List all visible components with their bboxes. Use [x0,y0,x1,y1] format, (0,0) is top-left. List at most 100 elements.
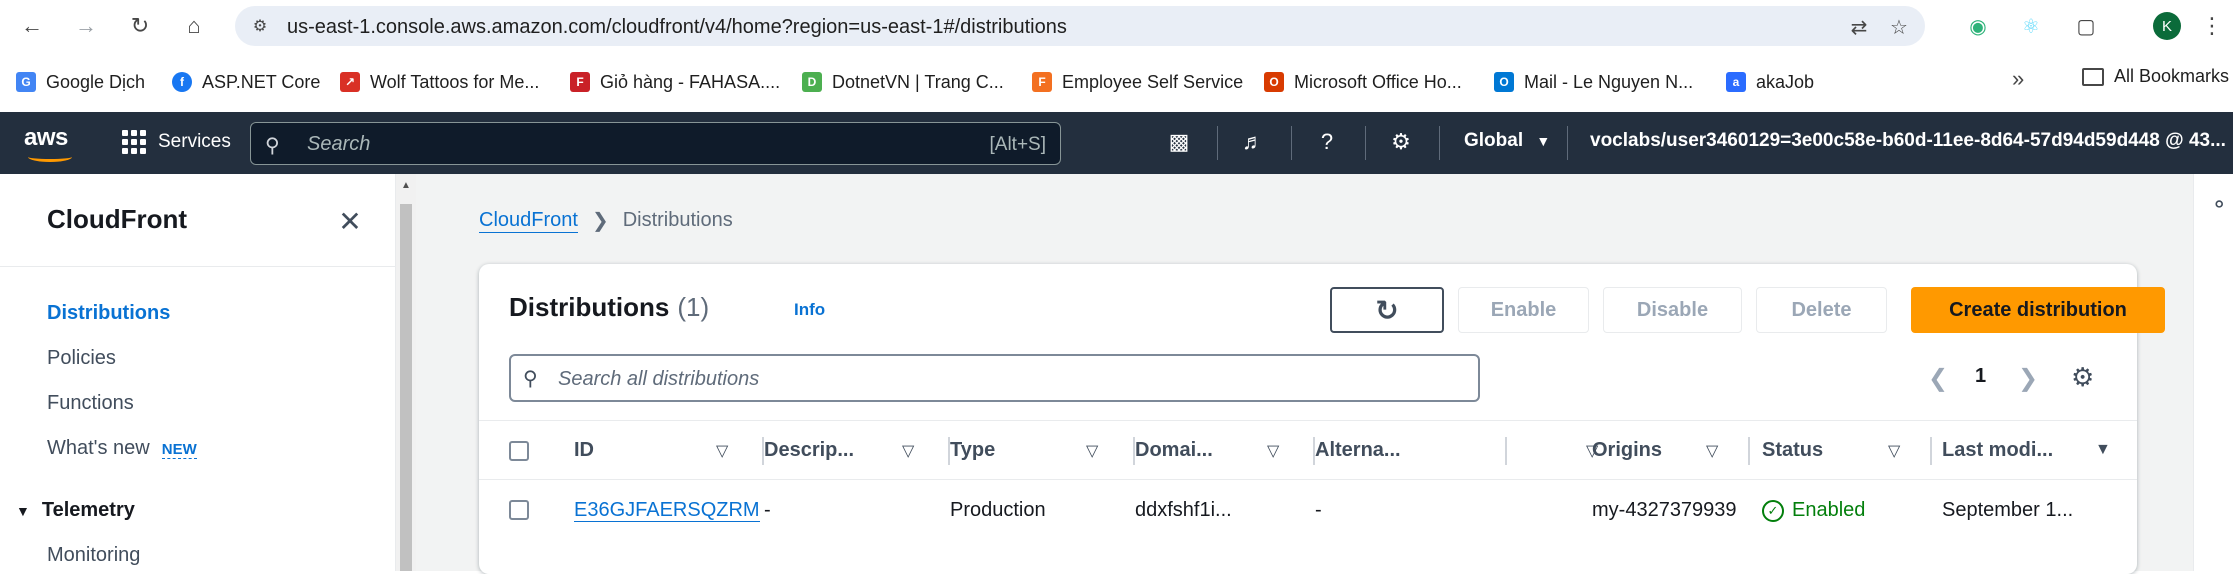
sort-icon[interactable]: ▽ [1267,441,1279,461]
column-resizer[interactable] [1748,437,1750,465]
pagination-next-icon[interactable]: ❯ [2018,364,2038,393]
sidenav-title[interactable]: CloudFront [47,204,187,235]
sort-icon[interactable]: ▽ [716,441,728,461]
reload-icon[interactable]: ↻ [122,8,158,44]
delete-button[interactable]: Delete [1756,287,1887,333]
bookmark-item[interactable]: ↗ Wolf Tattoos for Me... [340,66,539,98]
close-icon[interactable]: ✕ [335,206,365,237]
bookmarks-overflow-icon[interactable]: » [2012,66,2024,92]
status-badge: ✓ Enabled [1762,499,1865,522]
bookmark-label: Google Dịch [46,71,146,92]
bookmark-item[interactable]: G Google Dịch [16,66,145,98]
column-resizer[interactable] [1930,437,1932,465]
select-all-checkbox[interactable] [509,441,529,461]
site-info-icon[interactable]: ⚙ [249,15,271,37]
table-row[interactable]: E36GJFAERSQZRM - Production ddxfshf1i...… [479,480,2137,542]
bookmark-star-icon[interactable]: ☆ [1887,15,1911,39]
divider [1365,126,1366,160]
sidebar-item-monitoring[interactable]: Monitoring [47,544,140,567]
cloudshell-icon[interactable]: ▩ [1166,129,1192,155]
bookmark-item[interactable]: a akaJob [1726,66,1814,98]
bookmark-item[interactable]: F Employee Self Service [1032,66,1243,98]
wolf-tattoo-icon: ↗ [340,72,360,92]
sort-descending-icon[interactable]: ▼ [2095,441,2111,459]
distributions-search-input[interactable]: ⚲ Search all distributions [509,354,1480,402]
url-text[interactable]: us-east-1.console.aws.amazon.com/cloudfr… [287,16,1067,39]
extensions-puzzle-icon[interactable]: ▢ [2072,12,2100,40]
info-link[interactable]: Info [794,300,825,320]
services-menu-button[interactable]: Services [122,130,231,154]
caret-down-icon: ▼ [1536,133,1551,149]
sidebar-item-distributions[interactable]: Distributions [47,302,170,325]
column-header-id[interactable]: ID [574,439,594,462]
back-icon[interactable]: ← [14,8,50,44]
cell-origins: my-4327379939 [1592,499,1737,521]
divider [1291,126,1292,160]
table-header: ID ▽ Descrip... ▽ Type ▽ Domai... ▽ Alte… [479,420,2137,480]
profile-avatar[interactable]: K [2153,12,2181,40]
row-checkbox[interactable] [509,500,529,520]
divider [1567,126,1568,160]
distributions-table-container: Distributions (1) Info ↻ Enable Disable D… [479,264,2165,574]
aws-search-input[interactable]: ⚲ Search [Alt+S] [250,122,1061,165]
settings-gear-icon[interactable]: ⚙ [1388,129,1414,155]
cell-alternate-domain: - [1315,499,1322,521]
tools-panel-icon[interactable]: ⚬ [2210,192,2228,218]
main-content: CloudFront ❯ Distributions Distributions… [416,174,2193,574]
sidebar-item-whats-new[interactable]: What's new NEW [47,437,197,460]
column-resizer[interactable] [1505,437,1507,465]
table-preferences-gear-icon[interactable]: ⚙ [2071,362,2094,393]
sidebar-item-functions[interactable]: Functions [47,392,134,415]
help-icon[interactable]: ? [1314,129,1340,155]
bookmark-item[interactable]: O Microsoft Office Ho... [1264,66,1462,98]
home-icon[interactable]: ⌂ [176,8,212,44]
pagination-page-number[interactable]: 1 [1975,365,1986,388]
forward-icon[interactable]: → [68,8,104,44]
sidenav-scrollbar[interactable]: ▲ [396,174,416,571]
refresh-button[interactable]: ↻ [1330,287,1444,333]
column-header-origins[interactable]: Origins [1592,439,1662,462]
breadcrumb-current: Distributions [622,209,733,231]
all-bookmarks-button[interactable]: All Bookmarks [2082,66,2229,87]
scrollbar-thumb[interactable] [400,204,412,571]
bookmark-label: Microsoft Office Ho... [1294,71,1462,92]
notifications-bell-icon[interactable]: ♬ [1240,129,1266,155]
browser-menu-icon[interactable]: ⋮ [2200,10,2224,42]
column-header-domain[interactable]: Domai... [1135,439,1213,462]
aws-logo-text: aws [24,124,68,151]
react-devtools-icon[interactable]: ⚛ [2017,12,2045,40]
sort-icon[interactable]: ▽ [1706,441,1718,461]
sort-icon[interactable]: ▽ [902,441,914,461]
sidebar-item-policies[interactable]: Policies [47,347,116,370]
translate-icon[interactable]: ⇄ [1847,15,1871,39]
region-selector[interactable]: Global ▼ [1464,130,1550,152]
account-menu[interactable]: voclabs/user3460129=3e00c58e-b60d-11ee-8… [1590,130,2233,152]
bookmark-label: Employee Self Service [1062,71,1244,92]
column-header-alternate-domain[interactable]: Alterna... [1315,439,1401,462]
bookmark-item[interactable]: f ASP.NET Core [172,66,320,98]
column-header-status[interactable]: Status [1762,439,1823,462]
address-bar[interactable]: ⚙ us-east-1.console.aws.amazon.com/cloud… [235,6,1925,46]
column-header-type[interactable]: Type [950,439,995,462]
column-header-last-modified[interactable]: Last modi... [1942,439,2053,462]
sidebar-section-telemetry[interactable]: ▼ Telemetry [16,499,135,522]
enable-button[interactable]: Enable [1458,287,1589,333]
disable-button[interactable]: Disable [1603,287,1742,333]
sort-icon[interactable]: ▽ [1086,441,1098,461]
search-icon: ⚲ [523,368,538,390]
bookmark-item[interactable]: D DotnetVN | Trang C... [802,66,1004,98]
all-bookmarks-label: All Bookmarks [2114,66,2230,86]
bookmark-item[interactable]: O Mail - Le Nguyen N... [1494,66,1693,98]
breadcrumb-cloudfront-link[interactable]: CloudFront [479,209,578,233]
column-header-description[interactable]: Descrip... [764,439,854,462]
bookmark-label: DotnetVN | Trang C... [832,71,1004,92]
extension-circle-icon[interactable]: ◉ [1964,12,1992,40]
distribution-id-link[interactable]: E36GJFAERSQZRM [574,499,760,522]
sort-icon[interactable]: ▽ [1888,441,1900,461]
pagination-previous-icon[interactable]: ❮ [1928,364,1948,393]
scroll-up-icon[interactable]: ▲ [401,180,411,191]
bookmark-item[interactable]: F Giỏ hàng - FAHASA.... [570,66,780,98]
aws-logo[interactable]: aws [24,124,74,162]
facebook-icon: f [172,72,192,92]
create-distribution-button[interactable]: Create distribution [1911,287,2165,333]
